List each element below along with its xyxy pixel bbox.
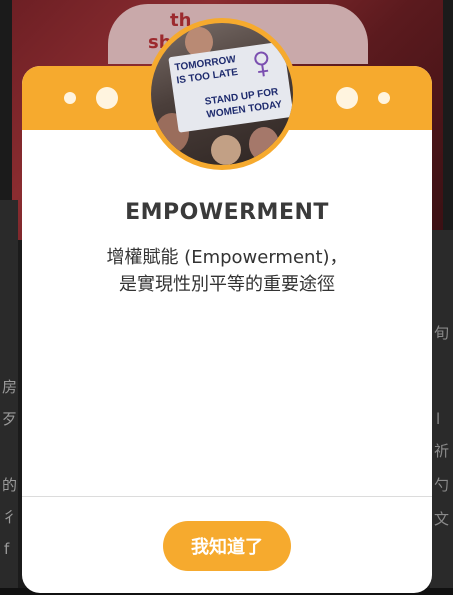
decorative-dot: [96, 87, 118, 109]
dialog-message-line: 是實現性別平等的重要途徑: [119, 274, 335, 295]
decorative-dot: [336, 87, 358, 109]
dialog-message-line: 增權賦能 (Empowerment)，: [106, 247, 348, 268]
background-text: 彳: [2, 508, 18, 526]
background-right-panel: [430, 230, 453, 595]
decorative-dot: [64, 92, 76, 104]
protest-photo: TOMORROW IS TOO LATE STAND UP FOR WOMEN …: [151, 23, 293, 165]
dialog-divider: [22, 496, 432, 497]
background-text: 房: [2, 378, 18, 396]
background-text: 的: [2, 476, 18, 494]
dialog-message: 增權賦能 (Empowerment)， 是實現性別平等的重要途徑: [22, 244, 432, 298]
decorative-dot: [378, 92, 390, 104]
female-symbol-icon: [254, 51, 269, 77]
got-it-button[interactable]: 我知道了: [163, 521, 291, 571]
background-left-panel: [0, 200, 18, 595]
background-text: 旬: [434, 324, 450, 342]
dialog-title: EMPOWERMENT: [125, 200, 329, 225]
crowd-face: [211, 135, 241, 165]
placard-lettering: TOMORROW IS TOO LATE STAND UP FOR WOMEN …: [174, 51, 283, 121]
crowd-face: [249, 127, 279, 161]
background-text: 文: [434, 510, 450, 528]
background-text: l: [436, 410, 441, 428]
protest-placard: TOMORROW IS TOO LATE STAND UP FOR WOMEN …: [168, 41, 293, 133]
background-text: f: [4, 540, 10, 558]
background-text: 勺: [434, 476, 450, 494]
background-text: 祈: [434, 442, 450, 460]
dialog-avatar: TOMORROW IS TOO LATE STAND UP FOR WOMEN …: [146, 18, 298, 170]
background-text: 歹: [2, 410, 18, 428]
